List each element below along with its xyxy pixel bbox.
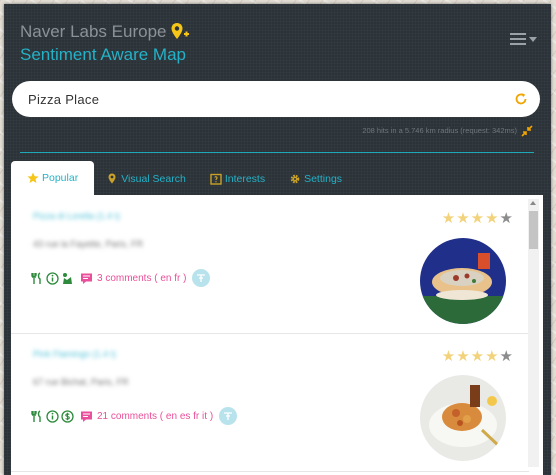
pizza-photo: [420, 238, 506, 324]
star-filled-icon: ★: [470, 210, 485, 227]
tab-bar: Popular Visual Search Interests Settings: [11, 161, 354, 195]
scrollbar[interactable]: [528, 199, 539, 467]
search-stats: 208 hits in a 5.746 km radius (request: …: [362, 126, 517, 135]
scroll-up-icon[interactable]: [530, 201, 536, 205]
comments-count: 21 comments ( en es fr it ): [97, 410, 214, 422]
header-divider: [20, 152, 534, 153]
app-title: Naver Labs Europe: [20, 22, 167, 41]
info-icon: [46, 409, 59, 423]
tab-label: Interests: [224, 173, 266, 185]
info-icon: [46, 271, 59, 285]
price-icon: [61, 409, 74, 423]
star-filled-icon: ★: [456, 348, 470, 365]
comments-link[interactable]: 3 comments ( en fr ): [80, 272, 186, 285]
food-photo: [420, 375, 506, 461]
place-name[interactable]: Pizza di Lorella (1.4 t): [33, 211, 120, 221]
star-icon: [27, 172, 39, 183]
side-panel: Naver Labs Europe Sentiment Aware Map 20…: [4, 4, 551, 475]
twitter-icon[interactable]: [192, 269, 211, 287]
cutlery-icon: [31, 271, 41, 284]
calendar-icon: [210, 173, 222, 185]
star-empty-icon: ★: [499, 348, 513, 365]
place-name[interactable]: Pink Flamingo (1.4 t): [33, 349, 116, 359]
camera-icon: [108, 173, 116, 184]
collapse-icon[interactable]: [521, 125, 533, 137]
place-address: 67 rue Bichat, Paris, FR: [33, 377, 129, 387]
twitter-icon[interactable]: [219, 407, 238, 425]
star-filled-icon: ★: [441, 348, 456, 365]
place-address: 43 rue la Fayette, Paris, FR: [33, 239, 144, 249]
hamburger-icon: [510, 30, 526, 48]
star-filled-icon: ★: [485, 348, 499, 365]
place-photo: [420, 238, 506, 324]
header: Naver Labs Europe Sentiment Aware Map: [20, 22, 190, 65]
divider: [11, 471, 529, 472]
menu-button[interactable]: [510, 30, 537, 48]
star-filled-icon: ★: [485, 210, 499, 227]
star-filled-icon: ★: [441, 210, 456, 227]
tab-visual-search[interactable]: Visual Search: [94, 163, 198, 195]
tab-label: Settings: [304, 173, 343, 185]
comment-icon: [81, 273, 92, 284]
add-location-icon[interactable]: [170, 22, 190, 42]
gear-icon: [290, 174, 300, 184]
refresh-icon[interactable]: [514, 92, 528, 106]
tab-label: Visual Search: [121, 173, 186, 185]
rating-stars: ★ ★ ★ ★ ★: [442, 211, 513, 226]
tag-icons: 3 comments ( en fr ): [31, 269, 211, 287]
comments-link[interactable]: 21 comments ( en es fr it ): [80, 410, 213, 423]
tag-icons: 21 comments ( en es fr it ): [31, 407, 238, 425]
comment-icon: [81, 411, 92, 422]
scroll-thumb[interactable]: [529, 211, 538, 249]
chevron-down-icon: [529, 36, 537, 42]
search-input[interactable]: [26, 90, 514, 108]
rating-stars: ★ ★ ★ ★ ★: [442, 349, 513, 364]
tab-interests[interactable]: Interests: [198, 163, 277, 195]
list-item[interactable]: Pink Flamingo (1.4 t) 67 rue Bichat, Par…: [11, 333, 529, 471]
results-list: Pizza di Lorella (1.4 t) 43 rue la Fayet…: [11, 195, 543, 475]
app-subtitle: Sentiment Aware Map: [20, 45, 186, 64]
tab-settings[interactable]: Settings: [277, 163, 354, 195]
tab-popular[interactable]: Popular: [11, 161, 95, 195]
cutlery-icon: [31, 409, 41, 422]
brand-title: Naver Labs Europe: [20, 22, 190, 42]
star-empty-icon: ★: [499, 210, 513, 227]
comments-count: 3 comments ( en fr ): [97, 272, 187, 284]
star-filled-icon: ★: [470, 348, 485, 365]
list-item[interactable]: Pizza di Lorella (1.4 t) 43 rue la Fayet…: [11, 195, 529, 333]
tab-label: Popular: [42, 172, 79, 184]
search-bar: [12, 81, 540, 117]
vegetarian-icon: [63, 272, 72, 284]
place-photo: [420, 375, 506, 461]
star-filled-icon: ★: [456, 210, 470, 227]
